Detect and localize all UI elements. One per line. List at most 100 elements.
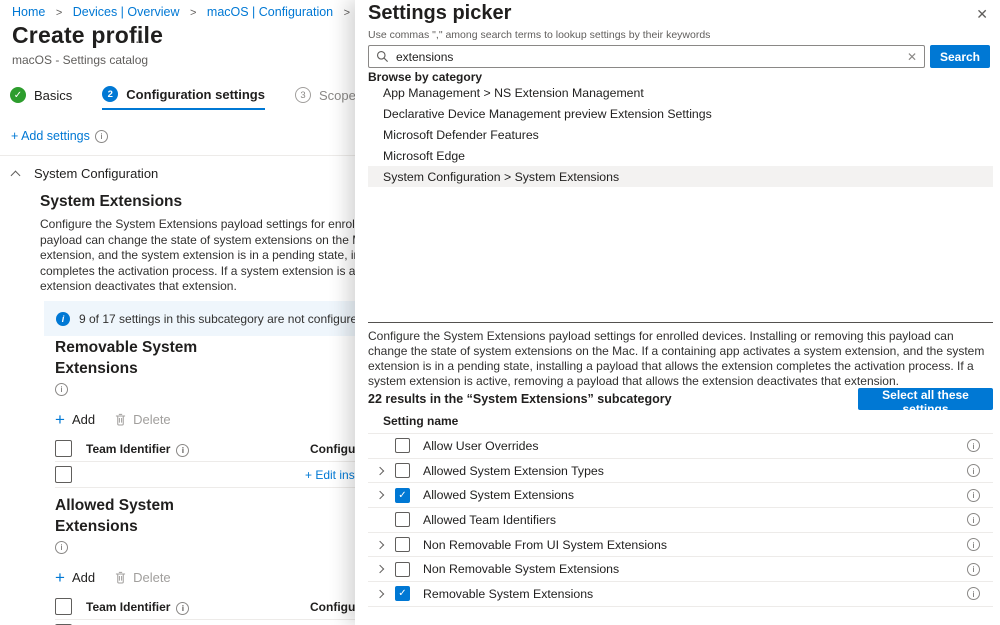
- search-hint: Use commas "," among search terms to loo…: [368, 29, 710, 41]
- info-banner: i 9 of 17 settings in this subcategory a…: [44, 301, 356, 336]
- breadcrumb-devices-overview[interactable]: Devices | Overview: [73, 5, 180, 19]
- plus-icon: +: [55, 571, 65, 584]
- category-label: Declarative Device Management preview Ex…: [383, 107, 712, 121]
- setting-name-column-header: Setting name: [383, 414, 458, 428]
- info-icon[interactable]: i: [967, 464, 980, 477]
- setting-checkbox[interactable]: [395, 463, 410, 478]
- setting-checkbox[interactable]: [395, 438, 410, 453]
- step-number: 2: [102, 86, 118, 102]
- info-icon[interactable]: i: [967, 587, 980, 600]
- plus-icon: +: [55, 413, 65, 426]
- setting-row: Non Removable From UI System Extensions …: [368, 533, 993, 558]
- results-count: 22 results in the “System Extensions” su…: [368, 392, 672, 406]
- info-icon[interactable]: i: [967, 439, 980, 452]
- group-toolbar: + Add Delete: [55, 570, 356, 585]
- category-item[interactable]: System Configuration > System Extensions: [368, 166, 993, 187]
- column-header-configuration: Configuration: [310, 600, 356, 614]
- subcategory-description: Configure the System Extensions payload …: [368, 329, 990, 389]
- trash-icon: [115, 571, 126, 584]
- info-icon[interactable]: i: [967, 538, 980, 551]
- column-header: Team Identifier: [86, 600, 170, 614]
- panel-title: Settings picker: [368, 2, 511, 25]
- setting-row: Removable System Extensions i: [368, 582, 993, 607]
- add-button[interactable]: + Add: [55, 412, 95, 427]
- info-icon[interactable]: i: [55, 383, 68, 396]
- setting-row: Allowed Team Identifiers i: [368, 508, 993, 533]
- breadcrumb-home[interactable]: Home: [12, 5, 45, 19]
- delete-button[interactable]: Delete: [115, 412, 171, 427]
- column-header-configuration: Configuration: [310, 442, 356, 456]
- expand-chevron-icon[interactable]: [373, 538, 386, 551]
- page-subtitle: macOS - Settings catalog: [12, 53, 148, 67]
- group-table: Team Identifier i Configuration + Edit i…: [55, 594, 356, 625]
- group-title: Allowed System Extensions: [55, 495, 250, 537]
- step-label: Scope tags: [319, 88, 356, 103]
- info-icon: i: [56, 312, 70, 326]
- step-scope-tags[interactable]: 3 Scope tags: [295, 86, 356, 110]
- delete-button[interactable]: Delete: [115, 570, 171, 585]
- info-icon[interactable]: i: [967, 489, 980, 502]
- table-header-row: Team Identifier i Configuration: [55, 436, 356, 462]
- group-toolbar: + Add Delete: [55, 412, 356, 427]
- select-all-checkbox[interactable]: [55, 598, 72, 615]
- setting-label: Removable System Extensions: [423, 587, 593, 601]
- delete-label: Delete: [133, 570, 171, 585]
- select-all-settings-button[interactable]: Select all these settings: [858, 388, 993, 410]
- settings-group-allowed-system-extensions: Allowed System Extensions i + Add Delete…: [55, 495, 356, 625]
- info-icon[interactable]: i: [967, 563, 980, 576]
- clear-search-icon[interactable]: ✕: [907, 50, 917, 64]
- wizard-steps: ✓ Basics 2 Configuration settings 3 Scop…: [10, 86, 356, 110]
- setting-row: Allow User Overrides i: [368, 434, 993, 459]
- setting-label: Allowed System Extensions: [423, 488, 574, 502]
- banner-text: 9 of 17 settings in this subcategory are…: [79, 312, 356, 326]
- setting-checkbox[interactable]: [395, 488, 410, 503]
- chevron-up-icon: [11, 171, 21, 181]
- setting-row: Allowed System Extension Types i: [368, 459, 993, 484]
- section-title: System Configuration: [34, 166, 158, 181]
- expand-chevron-icon[interactable]: [373, 587, 386, 600]
- info-icon[interactable]: i: [176, 602, 189, 615]
- step-configuration-settings[interactable]: 2 Configuration settings: [102, 86, 265, 110]
- divider: [368, 322, 993, 323]
- search-value: extensions: [396, 50, 900, 64]
- info-icon[interactable]: i: [967, 513, 980, 526]
- table-row: + Edit instance: [55, 620, 356, 625]
- select-all-checkbox[interactable]: [55, 440, 72, 457]
- step-done-icon: ✓: [10, 87, 26, 103]
- edit-instance-link[interactable]: + Edit instance: [305, 468, 356, 482]
- setting-checkbox[interactable]: [395, 537, 410, 552]
- expand-chevron-icon[interactable]: [373, 464, 386, 477]
- table-row: + Edit instance: [55, 462, 356, 488]
- search-input[interactable]: extensions ✕: [368, 45, 925, 68]
- category-item[interactable]: Microsoft Defender Features: [368, 124, 993, 145]
- create-profile-page: Home > Devices | Overview > macOS | Conf…: [0, 0, 356, 625]
- category-item[interactable]: Microsoft Edge: [368, 145, 993, 166]
- close-icon[interactable]: ✕: [976, 6, 988, 23]
- category-item[interactable]: App Management > NS Extension Management: [368, 82, 993, 103]
- more-options-icon[interactable]: ...: [130, 30, 146, 47]
- search-button[interactable]: Search: [930, 45, 990, 68]
- settings-group-removable-system-extensions: Removable System Extensions i + Add Dele…: [55, 337, 356, 488]
- add-settings-link[interactable]: + Add settings i: [11, 129, 108, 143]
- breadcrumb-separator: >: [344, 7, 350, 19]
- table-header-row: Team Identifier i Configuration: [55, 594, 356, 620]
- row-checkbox[interactable]: [55, 466, 72, 483]
- expand-chevron-icon[interactable]: [373, 489, 386, 502]
- section-system-configuration[interactable]: System Configuration: [12, 166, 158, 181]
- add-button[interactable]: + Add: [55, 570, 95, 585]
- setting-checkbox[interactable]: [395, 512, 410, 527]
- category-item[interactable]: Declarative Device Management preview Ex…: [368, 103, 993, 124]
- trash-icon: [115, 413, 126, 426]
- category-label: System Configuration > System Extensions: [383, 170, 619, 184]
- step-basics[interactable]: ✓ Basics: [10, 86, 72, 110]
- category-list: App Management > NS Extension Management…: [368, 82, 993, 187]
- info-icon[interactable]: i: [176, 444, 189, 457]
- breadcrumb-separator: >: [56, 7, 62, 19]
- setting-checkbox[interactable]: [395, 562, 410, 577]
- info-icon[interactable]: i: [55, 541, 68, 554]
- breadcrumb-macos-configuration[interactable]: macOS | Configuration: [207, 5, 333, 19]
- info-icon[interactable]: i: [95, 130, 108, 143]
- expand-chevron-icon[interactable]: [373, 563, 386, 576]
- setting-checkbox[interactable]: [395, 586, 410, 601]
- setting-row: Allowed System Extensions i: [368, 483, 993, 508]
